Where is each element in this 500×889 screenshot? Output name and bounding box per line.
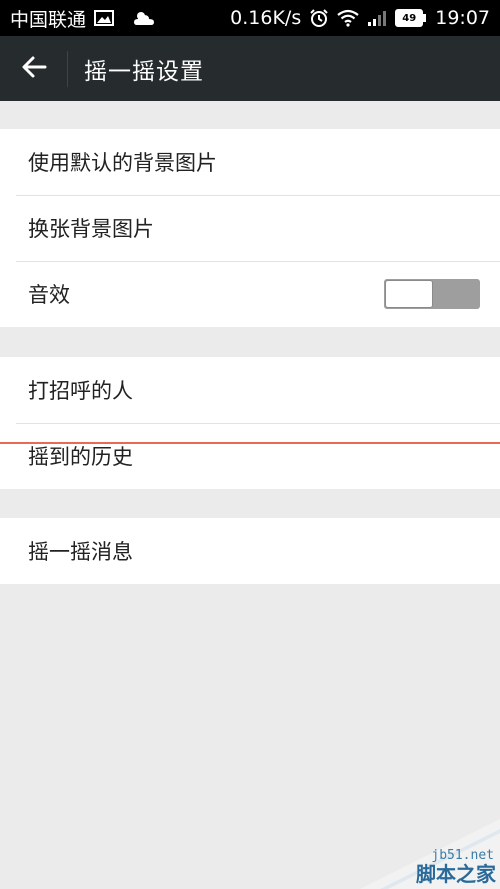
setting-shake-messages[interactable]: 摇一摇消息 bbox=[0, 518, 500, 584]
setting-label: 使用默认的背景图片 bbox=[28, 151, 217, 175]
settings-group-people: 打招呼的人 摇到的历史 bbox=[0, 357, 500, 489]
toggle-knob bbox=[385, 280, 433, 308]
signal-icon bbox=[367, 10, 387, 26]
setting-label: 摇一摇消息 bbox=[28, 540, 133, 564]
watermark: jb51.net 脚本之家 bbox=[360, 819, 500, 889]
wifi-icon bbox=[337, 9, 359, 27]
settings-group-messages: 摇一摇消息 bbox=[0, 518, 500, 584]
setting-label: 音效 bbox=[28, 283, 70, 307]
battery-level: 49 bbox=[402, 12, 417, 24]
toolbar: 摇一摇设置 bbox=[0, 36, 500, 101]
setting-sound-effect: 音效 bbox=[0, 261, 500, 327]
sound-effect-toggle[interactable] bbox=[384, 279, 480, 309]
weather-icon bbox=[132, 9, 156, 27]
clock-time: 19:07 bbox=[435, 7, 490, 29]
page-title: 摇一摇设置 bbox=[84, 58, 204, 85]
status-bar: 中国联通 0.16K/s 49 19:07 bbox=[0, 0, 500, 36]
arrow-left-icon bbox=[21, 55, 47, 83]
alarm-icon bbox=[309, 8, 329, 28]
setting-change-background[interactable]: 换张背景图片 bbox=[0, 195, 500, 261]
image-icon bbox=[94, 10, 115, 26]
network-speed: 0.16K/s bbox=[230, 7, 302, 29]
setting-shake-history[interactable]: 摇到的历史 bbox=[0, 423, 500, 489]
watermark-name: 脚本之家 bbox=[416, 862, 496, 886]
settings-group-background: 使用默认的背景图片 换张背景图片 音效 bbox=[0, 129, 500, 327]
annotation-line bbox=[0, 442, 500, 444]
setting-default-background[interactable]: 使用默认的背景图片 bbox=[0, 129, 500, 195]
back-button[interactable] bbox=[0, 50, 68, 87]
setting-greeted-people[interactable]: 打招呼的人 bbox=[0, 357, 500, 423]
carrier-name: 中国联通 bbox=[10, 8, 87, 31]
setting-label: 打招呼的人 bbox=[28, 379, 133, 403]
setting-label: 摇到的历史 bbox=[28, 445, 133, 469]
setting-label: 换张背景图片 bbox=[28, 217, 154, 241]
battery-icon: 49 bbox=[395, 9, 427, 27]
